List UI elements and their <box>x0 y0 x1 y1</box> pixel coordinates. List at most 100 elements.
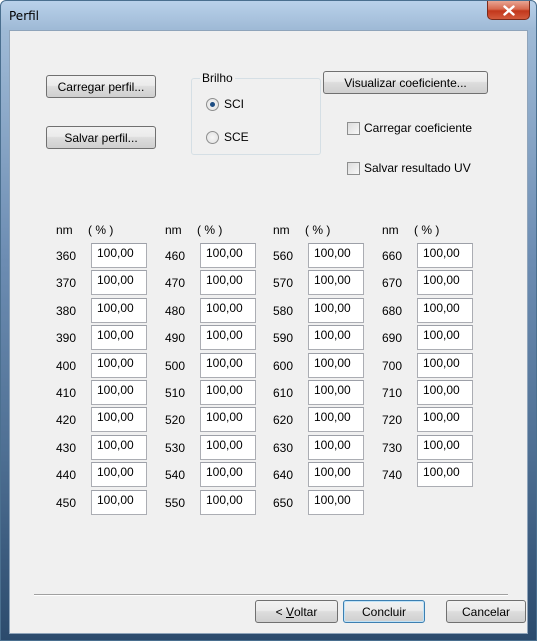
column-header-nm: nm <box>165 223 182 237</box>
wavelength-label: 500 <box>165 359 186 373</box>
percent-input[interactable]: 100,00 <box>91 325 147 350</box>
cancel-button[interactable]: Cancelar <box>446 600 526 623</box>
percent-input[interactable]: 100,00 <box>417 325 473 350</box>
column-header-nm: nm <box>382 223 399 237</box>
wavelength-label: 740 <box>382 468 403 482</box>
brightness-group: Brilho SCI SCE <box>191 71 321 155</box>
column-header-nm: nm <box>56 223 73 237</box>
percent-input[interactable]: 100,00 <box>91 490 147 515</box>
radio-sce[interactable]: SCE <box>206 130 249 144</box>
percent-input[interactable]: 100,00 <box>308 353 364 378</box>
percent-input[interactable]: 100,00 <box>200 353 256 378</box>
load-coefficient-checkbox-box[interactable] <box>347 121 360 135</box>
wavelength-label: 440 <box>56 468 77 482</box>
wavelength-label: 520 <box>165 413 186 427</box>
load-coefficient-checkbox[interactable]: Carregar coeficiente <box>347 121 472 135</box>
wavelength-label: 510 <box>165 386 186 400</box>
percent-input[interactable]: 100,00 <box>308 325 364 350</box>
bottom-separator <box>34 594 508 596</box>
column-header-percent: ( % ) <box>414 223 440 237</box>
dialog-client-area: Carregar perfil... Salvar perfil... Bril… <box>9 30 528 634</box>
wavelength-label: 480 <box>165 304 186 318</box>
radio-sce-circle[interactable] <box>206 130 219 144</box>
percent-input[interactable]: 100,00 <box>91 353 147 378</box>
percent-input[interactable]: 100,00 <box>417 407 473 432</box>
percent-input[interactable]: 100,00 <box>308 407 364 432</box>
load-profile-button[interactable]: Carregar perfil... <box>46 75 156 98</box>
wavelength-label: 400 <box>56 359 77 373</box>
save-uv-result-checkbox[interactable]: Salvar resultado UV <box>347 161 471 175</box>
percent-input[interactable]: 100,00 <box>91 270 147 295</box>
save-profile-button[interactable]: Salvar perfil... <box>46 126 156 149</box>
wavelength-label: 370 <box>56 276 77 290</box>
percent-input[interactable]: 100,00 <box>200 243 256 268</box>
percent-input[interactable]: 100,00 <box>308 380 364 405</box>
percent-input[interactable]: 100,00 <box>308 243 364 268</box>
percent-input[interactable]: 100,00 <box>200 462 256 487</box>
percent-input[interactable]: 100,00 <box>91 298 147 323</box>
percent-input[interactable]: 100,00 <box>200 435 256 460</box>
finish-button[interactable]: Concluir <box>343 600 425 623</box>
wavelength-label: 530 <box>165 441 186 455</box>
percent-input[interactable]: 100,00 <box>200 325 256 350</box>
percent-input[interactable]: 100,00 <box>308 490 364 515</box>
wavelength-label: 640 <box>273 468 294 482</box>
percent-input[interactable]: 100,00 <box>308 298 364 323</box>
percent-input[interactable]: 100,00 <box>200 298 256 323</box>
window-title: Perfil <box>9 9 40 23</box>
wavelength-label: 600 <box>273 359 294 373</box>
wavelength-label: 470 <box>165 276 186 290</box>
back-button-rest: oltar <box>294 604 318 619</box>
save-uv-result-label: Salvar resultado UV <box>364 161 471 175</box>
percent-input[interactable]: 100,00 <box>417 243 473 268</box>
percent-input[interactable]: 100,00 <box>91 462 147 487</box>
percent-input[interactable]: 100,00 <box>417 462 473 487</box>
percent-input[interactable]: 100,00 <box>417 435 473 460</box>
percent-input[interactable]: 100,00 <box>91 407 147 432</box>
wavelength-label: 540 <box>165 468 186 482</box>
wavelength-label: 650 <box>273 496 294 510</box>
close-icon <box>502 4 515 16</box>
wavelength-label: 670 <box>382 276 403 290</box>
percent-input[interactable]: 100,00 <box>91 435 147 460</box>
radio-sci-circle[interactable] <box>206 97 219 111</box>
percent-input[interactable]: 100,00 <box>417 380 473 405</box>
radio-sci-label: SCI <box>224 97 245 111</box>
view-coefficient-button[interactable]: Visualizar coeficiente... <box>323 71 488 94</box>
wavelength-label: 560 <box>273 249 294 263</box>
column-header-percent: ( % ) <box>88 223 114 237</box>
load-coefficient-label: Carregar coeficiente <box>364 121 473 135</box>
column-header-percent: ( % ) <box>305 223 331 237</box>
save-uv-result-checkbox-box[interactable] <box>347 161 360 175</box>
wavelength-label: 430 <box>56 441 77 455</box>
close-button[interactable] <box>487 1 530 20</box>
wavelength-label: 380 <box>56 304 77 318</box>
radio-sce-label: SCE <box>224 130 249 144</box>
back-button-prefix: < <box>275 604 286 619</box>
percent-input[interactable]: 100,00 <box>308 462 364 487</box>
percent-input[interactable]: 100,00 <box>91 243 147 268</box>
percent-input[interactable]: 100,00 <box>200 270 256 295</box>
percent-input[interactable]: 100,00 <box>417 270 473 295</box>
wavelength-label: 610 <box>273 386 294 400</box>
percent-input[interactable]: 100,00 <box>417 298 473 323</box>
percent-input[interactable]: 100,00 <box>200 380 256 405</box>
back-button[interactable]: < Voltar <box>255 600 338 623</box>
wavelength-label: 490 <box>165 331 186 345</box>
wavelength-label: 580 <box>273 304 294 318</box>
wavelength-label: 590 <box>273 331 294 345</box>
percent-input[interactable]: 100,00 <box>200 490 256 515</box>
brightness-group-label: Brilho <box>200 71 235 85</box>
title-bar[interactable]: Perfil <box>1 1 536 29</box>
percent-input[interactable]: 100,00 <box>91 380 147 405</box>
wavelength-label: 570 <box>273 276 294 290</box>
wavelength-label: 550 <box>165 496 186 510</box>
column-header-percent: ( % ) <box>197 223 223 237</box>
percent-input[interactable]: 100,00 <box>200 407 256 432</box>
back-button-accel: V <box>285 604 294 619</box>
percent-input[interactable]: 100,00 <box>417 353 473 378</box>
percent-input[interactable]: 100,00 <box>308 435 364 460</box>
radio-sci[interactable]: SCI <box>206 97 244 111</box>
wavelength-label: 710 <box>382 386 403 400</box>
percent-input[interactable]: 100,00 <box>308 270 364 295</box>
